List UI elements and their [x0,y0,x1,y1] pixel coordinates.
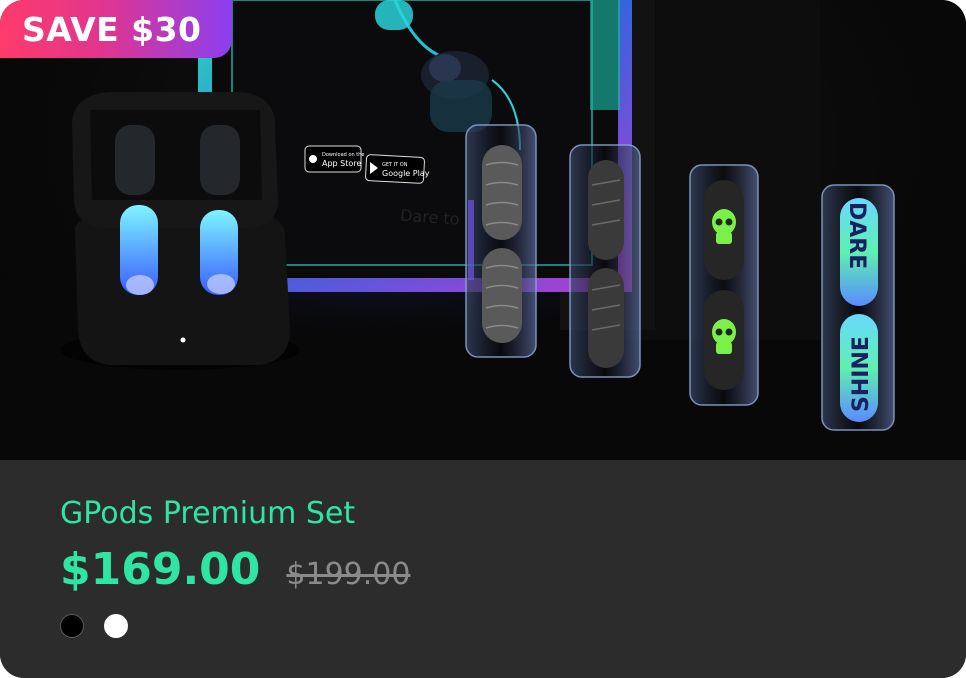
original-price: $199.00 [286,557,411,592]
google-play-badge: GET IT ON Google Play [365,154,430,184]
eartip-capsule-4: DARE SHINE [821,184,895,431]
product-image[interactable]: Download on the App Store GET IT ON Goog… [0,0,966,460]
color-swatch-black[interactable] [60,614,84,638]
discount-badge: SAVE $30 [0,0,232,58]
sale-price: $169.00 [60,544,261,595]
color-swatch-white[interactable] [104,614,128,638]
color-swatches [60,614,128,638]
product-info: GPods Premium Set $169.00 $199.00 [0,460,966,678]
svg-text:GET IT ON: GET IT ON [382,162,408,168]
svg-text:App Store: App Store [322,159,361,168]
eartip-capsule-2 [569,144,641,378]
price-row: $169.00 $199.00 [60,544,410,595]
eartip-capsule-1 [465,124,537,358]
capsule-text-bottom: SHINE [849,336,874,412]
svg-text:Google Play: Google Play [382,169,430,178]
capsule-text-top: DARE [844,202,869,269]
product-card[interactable]: Download on the App Store GET IT ON Goog… [0,0,966,678]
app-store-badge: Download on the App Store [304,145,364,173]
eartip-capsule-3 [689,164,759,406]
earbuds-charging-case [60,92,300,370]
product-title[interactable]: GPods Premium Set [60,496,355,531]
svg-text:Download on the: Download on the [322,152,364,158]
